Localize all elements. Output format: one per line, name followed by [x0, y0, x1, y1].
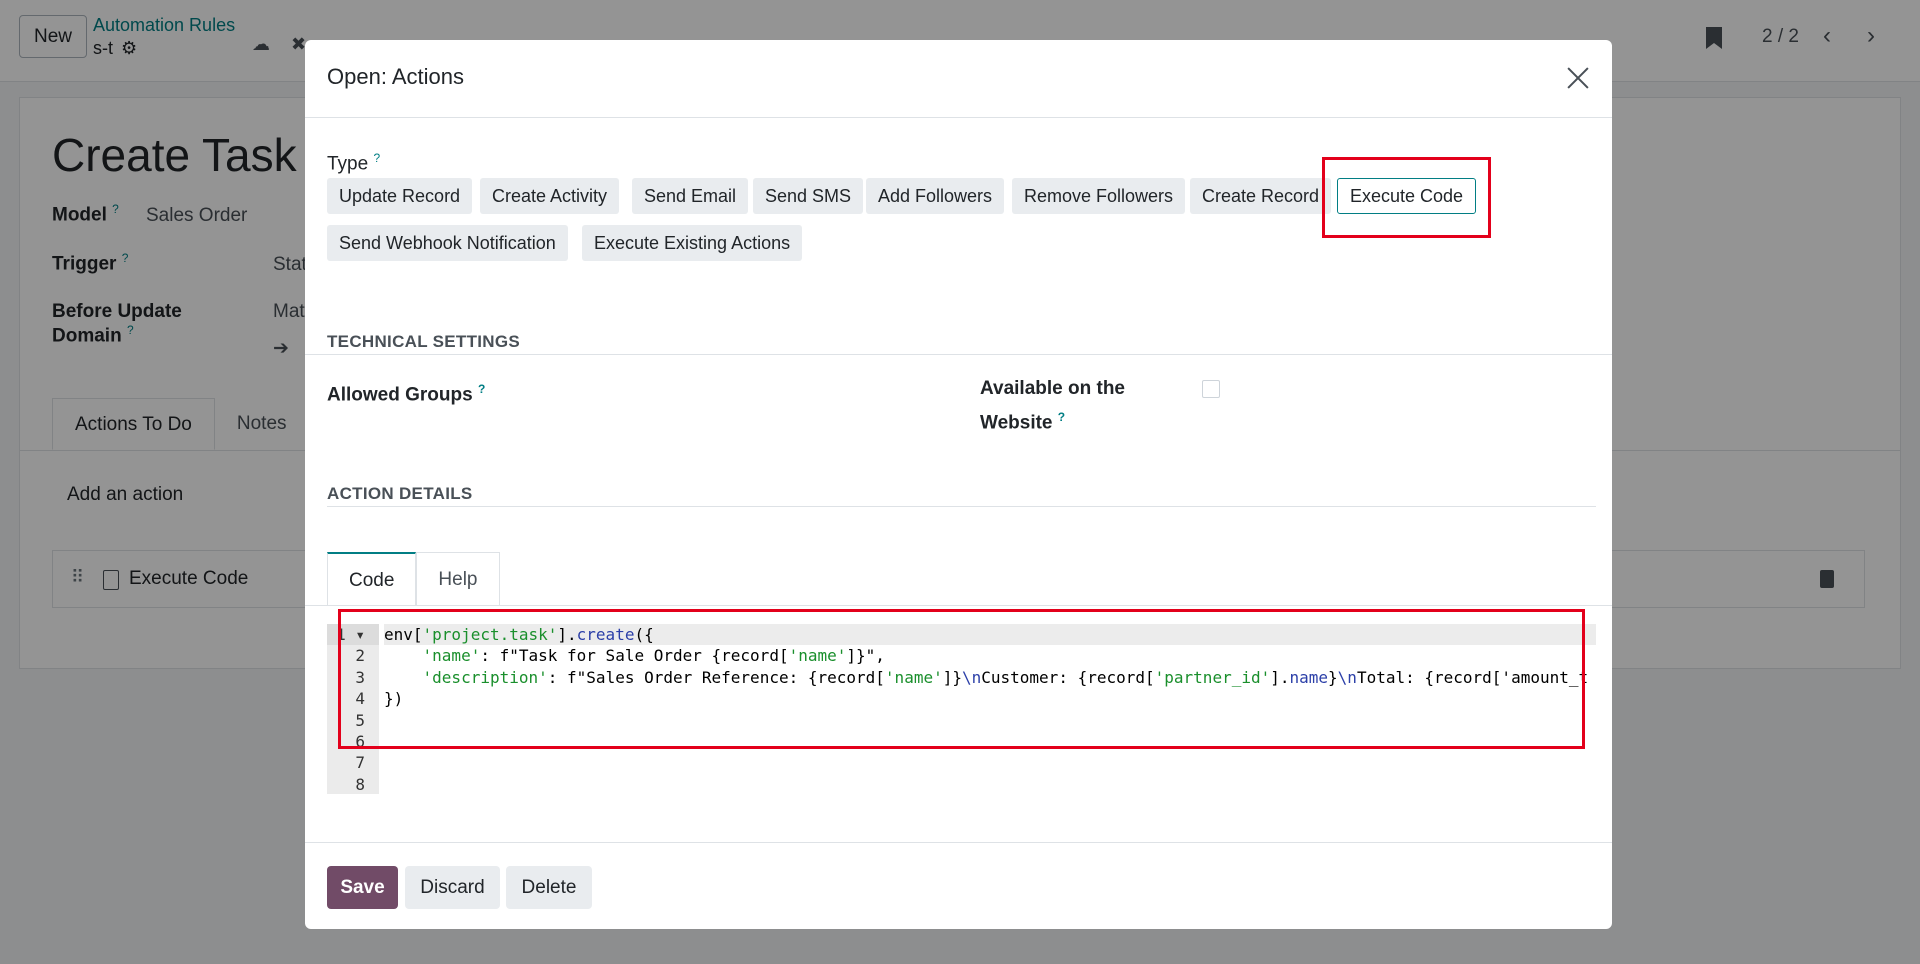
type-send-email[interactable]: Send Email: [632, 178, 749, 214]
line-number: 4: [355, 689, 365, 709]
line-number: 1 ▾: [327, 624, 379, 646]
divider: [305, 354, 1612, 355]
divider: [305, 605, 1612, 606]
line-number: 2: [355, 646, 365, 666]
website-label: Available on the Website ?: [980, 378, 1125, 434]
code-line: 'description': f"Sales Order Reference: …: [422, 667, 1589, 687]
code-line: 'name': f"Task for Sale Order {record['n…: [422, 646, 885, 666]
tab-help[interactable]: Help: [416, 552, 500, 606]
type-add-followers[interactable]: Add Followers: [866, 178, 1005, 214]
dialog-header: Open: Actions: [305, 40, 1612, 118]
type-send-webhook-notification[interactable]: Send Webhook Notification: [327, 225, 568, 261]
line-gutter: 1 ▾ 2 3 4 5 6 7 8: [327, 624, 379, 794]
save-button[interactable]: Save: [327, 866, 398, 909]
line-number: 8: [355, 774, 365, 794]
code-editor[interactable]: 1 ▾ 2 3 4 5 6 7 8 env['project.task'].cr…: [327, 624, 1596, 794]
type-execute-existing-actions[interactable]: Execute Existing Actions: [582, 225, 803, 261]
code-line: env['project.task'].create({: [384, 624, 1596, 646]
type-execute-code[interactable]: Execute Code: [1337, 178, 1477, 214]
action-details-heading: ACTION DETAILS: [327, 484, 473, 503]
type-update-record[interactable]: Update Record: [327, 178, 473, 214]
tab-code[interactable]: Code: [327, 552, 417, 606]
type-label: Type ?: [327, 151, 381, 175]
type-send-sms[interactable]: Send SMS: [753, 178, 864, 214]
divider: [327, 506, 1596, 507]
code-line: }): [384, 689, 404, 709]
close-icon[interactable]: [1564, 64, 1592, 92]
delete-button[interactable]: Delete: [506, 866, 592, 909]
code-tabs: Code Help: [327, 552, 500, 606]
line-number: 5: [355, 710, 365, 730]
line-number: 7: [355, 753, 365, 773]
line-number: 6: [355, 731, 365, 751]
line-number: 3: [355, 667, 365, 687]
actions-dialog: Open: Actions Type ? Update Record Creat…: [305, 40, 1612, 929]
code-content[interactable]: env['project.task'].create({ 'name': f"T…: [384, 624, 1596, 794]
type-create-activity[interactable]: Create Activity: [480, 178, 620, 214]
type-create-record[interactable]: Create Record: [1190, 178, 1332, 214]
website-checkbox[interactable]: [1202, 380, 1220, 398]
dialog-footer: Save Discard Delete: [305, 842, 1612, 929]
discard-button[interactable]: Discard: [405, 866, 500, 909]
technical-settings-heading: TECHNICAL SETTINGS: [327, 332, 521, 351]
type-remove-followers[interactable]: Remove Followers: [1012, 178, 1186, 214]
allowed-groups-label: Allowed Groups ?: [327, 382, 486, 406]
dialog-title: Open: Actions: [327, 64, 464, 89]
